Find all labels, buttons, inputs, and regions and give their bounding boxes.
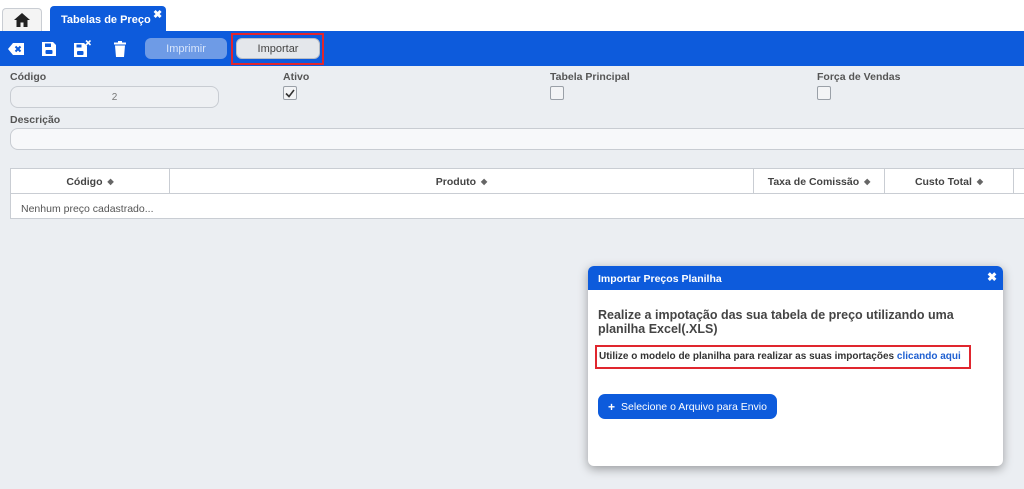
sort-icon: ◆ [107,177,114,186]
empty-table-message: Nenhum preço cadastrado... [21,203,154,215]
column-header-codigo[interactable]: Código ◆ [11,169,170,194]
check-icon [285,89,295,98]
sort-icon: ◆ [864,177,871,186]
descricao-field[interactable] [10,128,1024,150]
modal-message: Realize a impotação das sua tabela de pr… [598,308,954,336]
close-icon[interactable]: ✖ [987,270,997,284]
home-icon [14,13,30,27]
save-icon[interactable] [40,40,58,58]
ativo-checkbox[interactable] [283,86,297,100]
descricao-label: Descrição [10,114,61,126]
codigo-label: Código [10,71,47,83]
imprimir-button[interactable]: Imprimir [145,38,227,59]
column-label: Custo Total [914,175,972,188]
tab-home[interactable] [2,8,42,31]
column-header-taxa-comissao[interactable]: Taxa de Comissão ◆ [754,169,885,194]
hint-highlight [595,345,971,369]
column-label: Taxa de Comissão [767,175,860,188]
column-label: Produto [435,175,477,188]
table-header: Código ◆ Produto ◆ Taxa de Comissão ◆ Custo… [11,169,1024,194]
sort-icon: ◆ [481,177,488,186]
tabela-principal-checkbox[interactable] [550,86,564,100]
tab-strip: Tabelas de Preço ✖ [0,0,1024,31]
save-close-icon[interactable] [73,40,91,58]
close-icon[interactable]: ✖ [153,8,162,21]
tab-tabelas-de-preco[interactable]: Tabelas de Preço ✖ [50,6,166,31]
importar-highlight [231,33,324,65]
column-header-produto[interactable]: Produto ◆ [170,169,754,194]
backspace-x-icon[interactable] [7,40,25,58]
sort-icon: ◆ [976,177,984,186]
column-label: Código [66,175,103,188]
trash-icon[interactable] [111,40,129,58]
ativo-label: Ativo [283,71,310,83]
forca-vendas-label: Força de Vendas [817,71,901,83]
select-file-label: Selecione o Arquivo para Envio [621,400,767,413]
modal-title: Importar Preços Planilha [598,273,722,285]
forca-vendas-checkbox[interactable] [817,86,831,100]
column-header-custo-total[interactable]: Custo Total ◆ [885,169,1014,194]
modal-header: Importar Preços Planilha ✖ [588,266,1003,290]
plus-icon: + [608,399,616,414]
precos-table: Código ◆ Produto ◆ Taxa de Comissão ◆ Custo… [10,168,1024,219]
codigo-field[interactable]: 2 [10,86,219,108]
tab-label: Tabelas de Preço [61,14,151,26]
toolbar: Imprimir Importar [0,31,1024,66]
select-file-button[interactable]: + Selecione o Arquivo para Envio [598,394,777,419]
tabela-principal-label: Tabela Principal [550,71,630,83]
